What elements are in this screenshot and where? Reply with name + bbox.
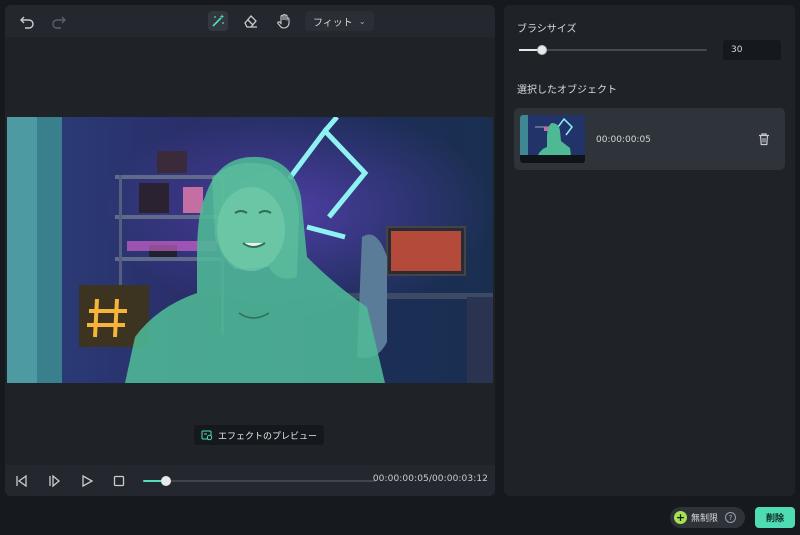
app-root: フィット ⌄ エフェクトのプレビュー 00:00:00:05/00:00:03:… xyxy=(0,0,800,535)
object-thumbnail xyxy=(520,115,585,163)
video-frame[interactable] xyxy=(7,117,493,383)
timecode-display: 00:00:00:05/00:00:03:12 xyxy=(372,474,488,484)
video-scene-image xyxy=(7,117,493,383)
hand-icon xyxy=(277,13,290,29)
zoom-dropdown[interactable]: フィット ⌄ xyxy=(305,11,374,31)
help-icon[interactable]: ? xyxy=(725,512,737,523)
stop-button[interactable] xyxy=(111,473,127,489)
brush-size-slider[interactable] xyxy=(519,45,707,55)
plus-circle-icon: + xyxy=(674,511,687,524)
effect-preview-button[interactable]: エフェクトのプレビュー xyxy=(194,425,325,445)
play-icon xyxy=(82,474,94,488)
magic-brush-icon xyxy=(212,14,225,27)
brush-size-input[interactable]: 30 xyxy=(723,40,781,60)
step-back-icon xyxy=(16,474,27,488)
step-forward-icon xyxy=(49,474,61,488)
brush-size-label: ブラシサイズ xyxy=(517,24,577,35)
mask-settings-panel: ブラシサイズ 30 選択したオブジェクト 00:00:00:05 xyxy=(504,5,795,496)
eraser-icon xyxy=(244,15,257,28)
preview-effect-icon xyxy=(201,430,213,441)
selected-object-item[interactable]: 00:00:00:05 xyxy=(514,108,785,170)
selected-objects-label: 選択したオブジェクト xyxy=(517,85,617,96)
preview-toolbar: フィット ⌄ xyxy=(5,5,495,37)
playback-controls: 00:00:00:05/00:00:03:12 xyxy=(5,465,495,496)
effect-preview-label: エフェクトのプレビュー xyxy=(218,431,318,442)
previous-frame-button[interactable] xyxy=(13,473,29,489)
unlimited-label: 無制限 xyxy=(691,514,719,524)
unlimited-badge[interactable]: + 無制限 ? xyxy=(670,507,745,528)
undo-icon xyxy=(20,16,34,29)
eraser-tool[interactable] xyxy=(241,11,261,31)
stop-icon xyxy=(113,475,125,487)
next-frame-button[interactable] xyxy=(46,473,62,489)
smart-brush-tool[interactable] xyxy=(208,11,228,31)
video-viewer: エフェクトのプレビュー xyxy=(5,37,495,465)
chevron-down-icon: ⌄ xyxy=(358,16,366,26)
object-timestamp: 00:00:00:05 xyxy=(596,135,651,145)
playhead-handle[interactable] xyxy=(161,476,172,486)
delete-button[interactable]: 削除 xyxy=(755,507,795,528)
brush-size-handle[interactable] xyxy=(536,45,547,55)
undo-button[interactable] xyxy=(17,11,37,31)
redo-icon xyxy=(52,16,66,29)
object-thumbnail-image xyxy=(520,115,585,163)
play-button[interactable] xyxy=(79,473,95,489)
redo-button[interactable] xyxy=(49,11,69,31)
preview-panel: フィット ⌄ エフェクトのプレビュー 00:00:00:05/00:00:03:… xyxy=(5,5,495,496)
hand-tool[interactable] xyxy=(274,11,294,31)
zoom-label: フィット xyxy=(313,17,353,29)
trash-icon[interactable] xyxy=(757,132,771,146)
playback-scrubber[interactable] xyxy=(143,476,376,486)
